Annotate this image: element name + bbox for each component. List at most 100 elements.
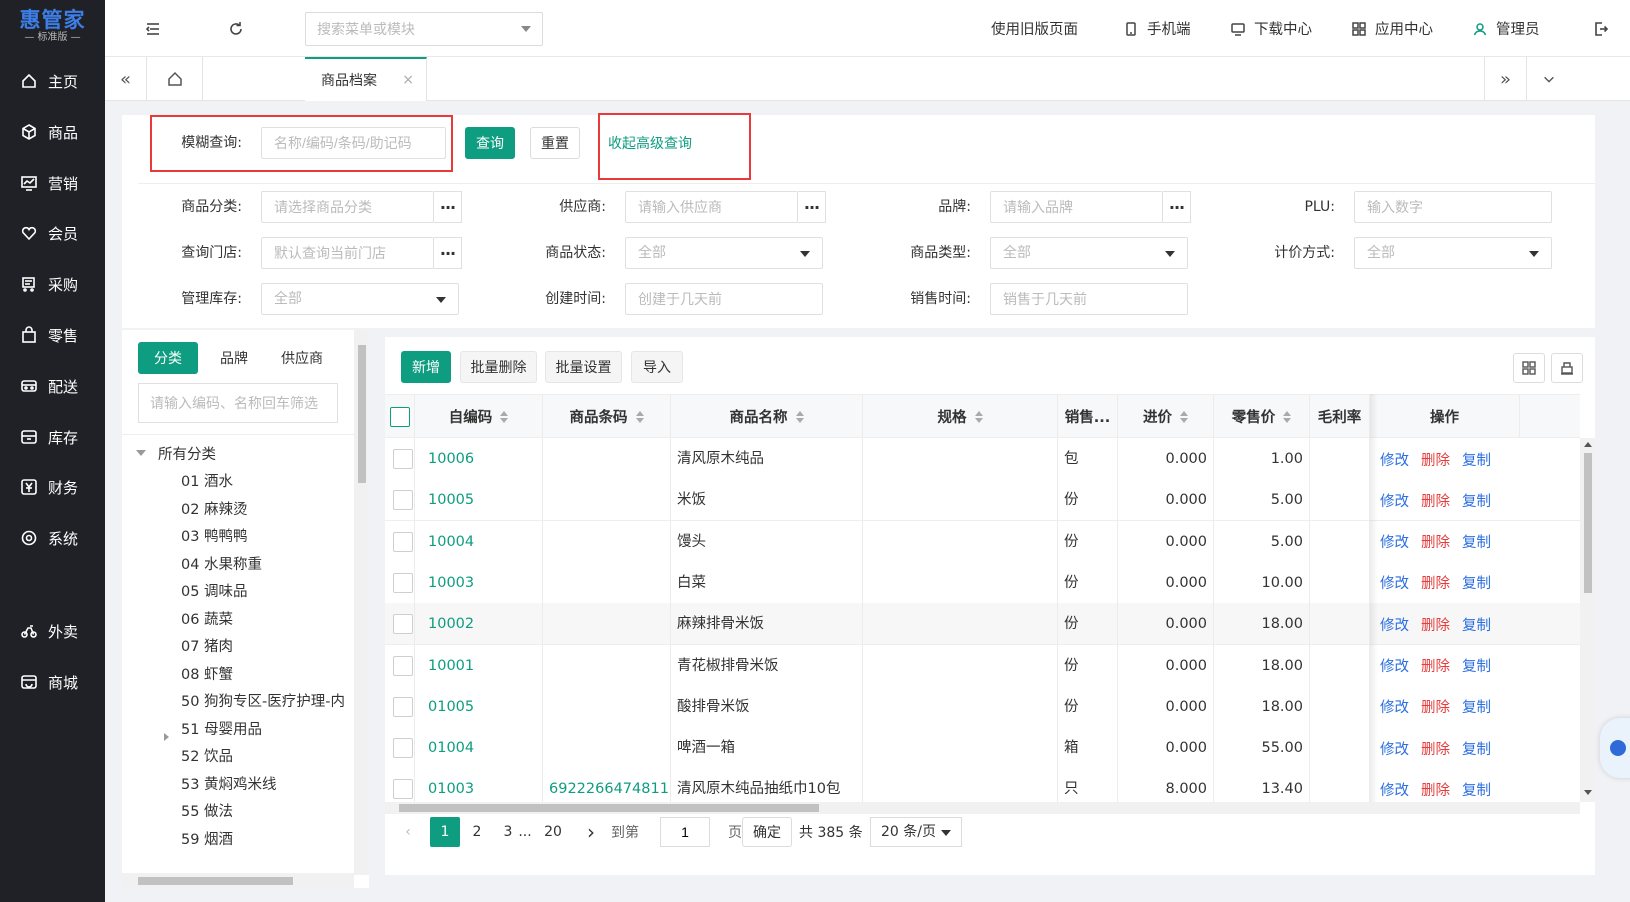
tree-item[interactable]: 07 猪肉 [181,636,233,658]
tree-item[interactable]: 55 做法 [181,801,233,823]
delete-link[interactable]: 删除 [1421,696,1450,717]
edit-link[interactable]: 修改 [1380,490,1409,511]
table-row[interactable]: 10002 麻辣排骨米饭 份 0.000 18.00 修改 删除 复制 [385,603,1580,646]
sidebar-item-3[interactable]: 会员 [0,213,105,253]
table-row[interactable]: 10003 白菜 份 0.000 10.00 修改 删除 复制 [385,561,1580,604]
tree-item[interactable]: 03 鸭鸭鸭 [181,526,248,548]
row-checkbox[interactable] [393,449,413,469]
column-header[interactable]: 商品名称 [671,395,863,438]
collapse-advanced-link[interactable]: 收起高级查询 [608,133,692,153]
row-checkbox[interactable] [393,572,413,593]
user-menu[interactable]: 管理员 [1472,0,1540,57]
sort-icon[interactable] [1283,410,1292,423]
tab-product-archive[interactable]: 商品档案 × [305,57,427,101]
supplier-input[interactable] [625,191,798,223]
product-code[interactable]: 10005 [415,479,543,522]
edit-link[interactable]: 修改 [1380,531,1409,552]
category-input[interactable] [261,191,434,223]
copy-link[interactable]: 复制 [1462,531,1491,552]
page-2[interactable]: 2 [462,817,492,847]
brand-input[interactable] [990,191,1163,223]
edit-link[interactable]: 修改 [1380,779,1409,800]
edit-link[interactable]: 修改 [1380,614,1409,635]
table-row[interactable]: 10005 米饭 份 0.000 5.00 修改 删除 复制 [385,479,1580,522]
copy-link[interactable]: 复制 [1462,779,1491,800]
delete-link[interactable]: 删除 [1421,572,1450,593]
page-size-select[interactable]: 20 条/页 [870,817,962,847]
page-20[interactable]: 20 [538,817,568,847]
tree-item[interactable]: 53 黄焖鸡米线 [181,774,277,796]
product-barcode[interactable] [543,644,671,687]
type-select[interactable]: 全部 [990,237,1188,269]
sidebar-item-9[interactable]: 系统 [0,518,105,558]
row-checkbox[interactable] [393,531,413,552]
row-checkbox[interactable] [393,490,413,511]
sidebar-item-2[interactable]: 营销 [0,163,105,203]
mobile-link[interactable]: 手机端 [1123,0,1191,57]
product-code[interactable]: 01005 [415,685,543,728]
delete-link[interactable]: 删除 [1421,490,1450,511]
fuzzy-query-input[interactable] [261,127,446,159]
table-hscroll-thumb[interactable] [399,804,819,812]
row-checkbox[interactable] [393,614,413,635]
product-code[interactable]: 01004 [415,727,543,770]
sort-icon[interactable] [635,410,644,423]
pricing-select[interactable]: 全部 [1354,237,1552,269]
copy-link[interactable]: 复制 [1462,490,1491,511]
tab-scroll-right-icon[interactable]: » [1484,57,1526,101]
copy-link[interactable]: 复制 [1462,738,1491,759]
batch-set-button[interactable]: 批量设置 [545,351,622,383]
tree-item[interactable]: 02 麻辣烫 [181,499,248,521]
sidebar-item-10[interactable]: 外卖 [0,611,105,651]
edit-link[interactable]: 修改 [1380,696,1409,717]
scroll-up-icon[interactable] [1584,442,1592,447]
tree-item[interactable]: 01 酒水 [181,471,233,493]
column-layout-icon[interactable] [1513,353,1545,383]
expand-arrow-icon[interactable] [164,733,169,741]
product-barcode[interactable] [543,438,671,480]
table-row[interactable]: 01004 啤酒一箱 箱 0.000 55.00 修改 删除 复制 [385,727,1580,770]
column-header[interactable]: 零售价 [1214,395,1310,438]
product-code[interactable]: 01003 [415,768,543,802]
table-row[interactable]: 10001 青花椒排骨米饭 份 0.000 18.00 修改 删除 复制 [385,644,1580,687]
product-code[interactable]: 10004 [415,520,543,563]
tree-item[interactable]: 08 虾蟹 [181,664,233,686]
plu-input[interactable] [1354,191,1552,223]
delete-link[interactable]: 删除 [1421,449,1450,470]
copy-link[interactable]: 复制 [1462,572,1491,593]
copy-link[interactable]: 复制 [1462,655,1491,676]
row-checkbox[interactable] [393,738,413,759]
menu-toggle-icon[interactable] [142,18,164,40]
tree-tab-category[interactable]: 分类 [138,342,198,374]
row-checkbox[interactable] [393,779,413,800]
sidebar-item-1[interactable]: 商品 [0,112,105,152]
assistant-bubble-icon[interactable] [1600,718,1630,778]
edit-link[interactable]: 修改 [1380,572,1409,593]
copy-link[interactable]: 复制 [1462,449,1491,470]
edit-link[interactable]: 修改 [1380,738,1409,759]
tab-close-icon[interactable]: × [402,72,414,88]
sort-icon[interactable] [500,410,509,423]
sidebar-item-4[interactable]: 采购 [0,264,105,304]
store-input[interactable] [261,237,434,269]
refresh-icon[interactable] [225,18,247,40]
product-barcode[interactable] [543,685,671,728]
tree-root[interactable]: 所有分类 [136,442,216,464]
tree-item[interactable]: 05 调味品 [181,581,248,603]
tree-item[interactable]: 50 狗狗专区-医疗护理-内 [181,691,345,713]
sort-icon[interactable] [974,410,983,423]
status-select[interactable]: 全部 [625,237,823,269]
product-code[interactable]: 10003 [415,561,543,604]
import-button[interactable]: 导入 [631,351,683,383]
edit-link[interactable]: 修改 [1380,655,1409,676]
goto-confirm-button[interactable]: 确定 [742,817,792,847]
sidebar-item-5[interactable]: 零售 [0,315,105,355]
edit-link[interactable]: 修改 [1380,449,1409,470]
sidebar-item-6[interactable]: 配送 [0,366,105,406]
supplier-more-button[interactable]: ··· [798,191,826,223]
sort-icon[interactable] [795,410,804,423]
page-number-input[interactable] [660,817,710,847]
tree-tab-brand[interactable]: 品牌 [206,342,262,374]
delete-link[interactable]: 删除 [1421,779,1450,800]
batch-delete-button[interactable]: 批量删除 [460,351,537,383]
